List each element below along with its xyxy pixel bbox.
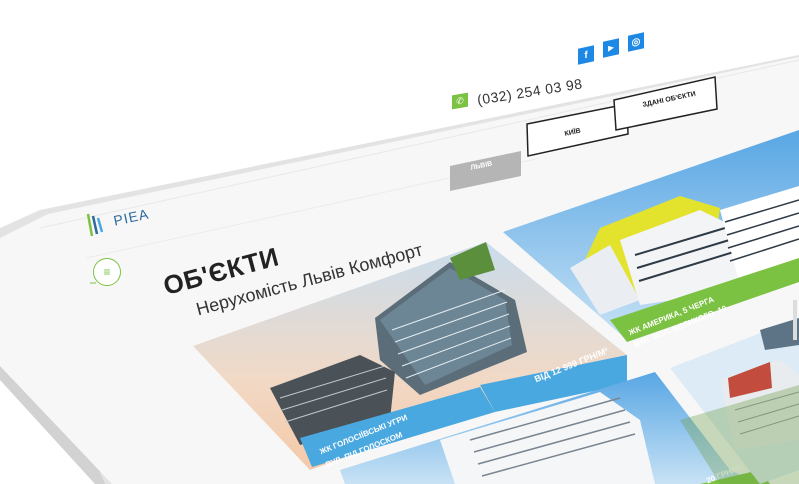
property-card-4[interactable] (0, 0, 799, 484)
device-scene: PIEA ≡ f ▶ ◎ ✆ (032) 254 03 98 Львів Киї… (0, 0, 799, 484)
scrollbar[interactable] (793, 300, 797, 340)
